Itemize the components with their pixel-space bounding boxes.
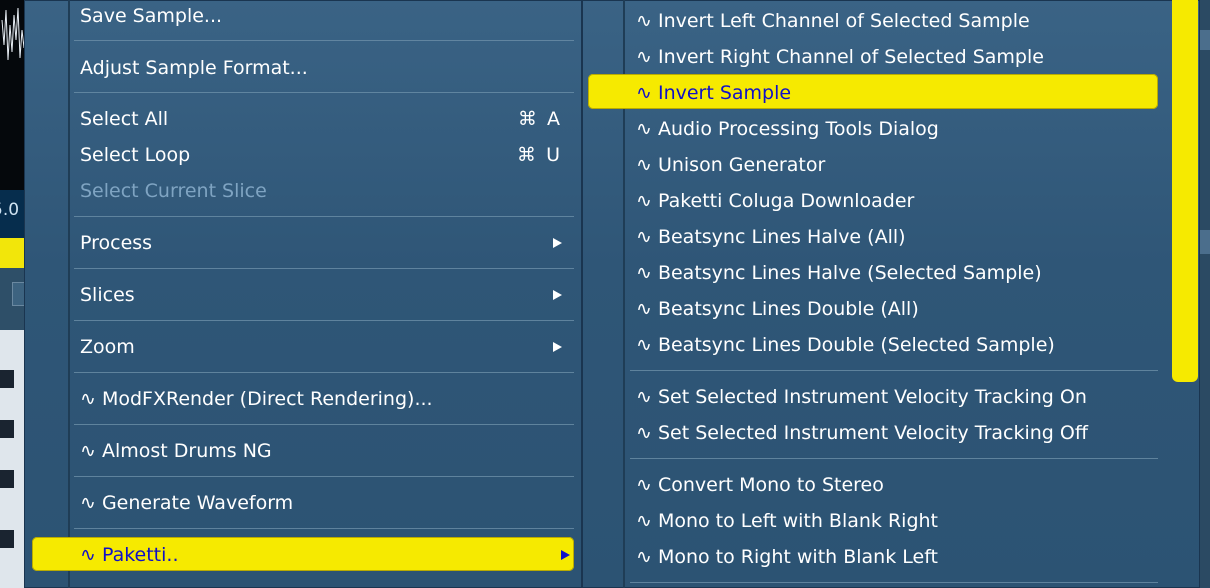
menu-item-almost-drums[interactable]: ∿ Almost Drums NG	[80, 437, 562, 465]
submenu-arrow-icon	[561, 550, 570, 560]
menu-separator	[74, 320, 574, 321]
menu-item-label: Process	[80, 232, 153, 254]
menu-item-label: ∿ Invert Left Channel of Selected Sample	[636, 10, 1030, 32]
menu-item-label: ∿ Mono to Right with Blank Left	[636, 546, 939, 568]
submenu-scrollbar[interactable]	[1172, 0, 1198, 382]
menu-item-paketti[interactable]: ∿ Paketti..	[80, 541, 570, 569]
paketti-submenu: ∿ Invert Left Channel of Selected Sample…	[582, 0, 1200, 588]
black-key[interactable]	[0, 530, 14, 548]
menu-separator	[74, 216, 574, 217]
menu-item-slices[interactable]: Slices	[80, 281, 562, 309]
submenu-item-audio-processing-tools[interactable]: ∿ Audio Processing Tools Dialog	[636, 115, 1156, 143]
submenu-arrow-icon	[553, 290, 562, 300]
menu-item-label: Slices	[80, 284, 135, 306]
menu-separator	[74, 476, 574, 477]
submenu-arrow-icon	[553, 238, 562, 248]
submenu-item-mono-to-left[interactable]: ∿ Mono to Left with Blank Right	[636, 507, 1156, 535]
menu-item-select-current-slice: Select Current Slice	[80, 177, 562, 205]
menu-separator	[74, 268, 574, 269]
menu-item-select-all[interactable]: Select All ⌘ A	[80, 105, 562, 133]
menu-item-label: ∿ Convert Mono to Stereo	[636, 474, 884, 496]
menu-item-modfxrender[interactable]: ∿ ModFXRender (Direct Rendering)...	[80, 385, 562, 413]
panel-segment	[1200, 30, 1210, 50]
menu-item-label: Zoom	[80, 336, 135, 358]
menu-separator	[74, 40, 574, 41]
submenu-item-beatsync-halve-all[interactable]: ∿ Beatsync Lines Halve (All)	[636, 223, 1156, 251]
sample-context-menu: Save Sample... Adjust Sample Format... S…	[24, 0, 582, 588]
menu-item-label: ∿ ModFXRender (Direct Rendering)...	[80, 388, 433, 410]
menu-item-label: ∿ Paketti..	[80, 544, 179, 566]
submenu-item-beatsync-double-all[interactable]: ∿ Beatsync Lines Double (All)	[636, 295, 1156, 323]
menu-item-label: ∿ Unison Generator	[636, 154, 826, 176]
menu-item-label: ∿ Invert Sample	[636, 82, 792, 104]
menu-item-label: Select All	[80, 108, 169, 130]
menu-item-label: ∿ Paketti Coluga Downloader	[636, 190, 915, 212]
menu-separator	[74, 92, 574, 93]
shortcut-label: ⌘ A	[517, 108, 562, 130]
menu-item-label: Select Current Slice	[80, 180, 267, 202]
menu-item-label: ∿ Beatsync Lines Double (Selected Sample…	[636, 334, 1055, 356]
submenu-item-invert-left[interactable]: ∿ Invert Left Channel of Selected Sample	[636, 7, 1156, 35]
menu-item-label: Adjust Sample Format...	[80, 57, 308, 79]
menu-separator	[74, 424, 574, 425]
menu-item-label: ∿ Mono to Left with Blank Right	[636, 510, 939, 532]
panel-segment	[1200, 230, 1210, 254]
menu-item-label: Save Sample...	[80, 5, 223, 27]
menu-item-process[interactable]: Process	[80, 229, 562, 257]
menu-item-label: ∿ Almost Drums NG	[80, 440, 272, 462]
menu-item-label: ∿ Set Selected Instrument Velocity Track…	[636, 386, 1087, 408]
menu-item-label: ∿ Beatsync Lines Halve (All)	[636, 226, 906, 248]
submenu-item-unison-generator[interactable]: ∿ Unison Generator	[636, 151, 1156, 179]
menu-item-label: ∿ Audio Processing Tools Dialog	[636, 118, 939, 140]
submenu-item-velocity-tracking-off[interactable]: ∿ Set Selected Instrument Velocity Track…	[636, 419, 1156, 447]
menu-separator	[74, 528, 574, 529]
sample-toolbar-strip	[0, 268, 28, 330]
menu-item-select-loop[interactable]: Select Loop ⌘ U	[80, 141, 562, 169]
black-key[interactable]	[0, 470, 14, 488]
menu-item-label: ∿ Invert Right Channel of Selected Sampl…	[636, 46, 1044, 68]
submenu-item-invert-sample[interactable]: ∿ Invert Sample	[636, 79, 1156, 107]
loop-range-bar[interactable]	[0, 238, 25, 268]
menu-item-label: Select Loop	[80, 144, 191, 166]
submenu-item-mono-to-stereo[interactable]: ∿ Convert Mono to Stereo	[636, 471, 1156, 499]
submenu-item-beatsync-halve-selected[interactable]: ∿ Beatsync Lines Halve (Selected Sample)	[636, 259, 1156, 287]
black-key[interactable]	[0, 370, 14, 388]
right-panel-edge	[1200, 0, 1210, 588]
submenu-item-mono-to-right[interactable]: ∿ Mono to Right with Blank Left	[636, 543, 1156, 571]
menu-item-label: ∿ Beatsync Lines Halve (Selected Sample)	[636, 262, 1042, 284]
menu-item-label: ∿ Beatsync Lines Double (All)	[636, 298, 919, 320]
submenu-item-velocity-tracking-on[interactable]: ∿ Set Selected Instrument Velocity Track…	[636, 383, 1156, 411]
menu-item-label: ∿ Set Selected Instrument Velocity Track…	[636, 422, 1088, 444]
menu-item-generate-waveform[interactable]: ∿ Generate Waveform	[80, 489, 562, 517]
menu-item-save-sample[interactable]: Save Sample...	[80, 2, 562, 30]
menu-item-label: ∿ Generate Waveform	[80, 492, 294, 514]
menu-separator	[630, 458, 1158, 459]
ruler-value: 5.0	[0, 200, 20, 220]
submenu-item-beatsync-double-selected[interactable]: ∿ Beatsync Lines Double (Selected Sample…	[636, 331, 1156, 359]
keyboard-view[interactable]	[0, 330, 25, 588]
submenu-item-coluga-downloader[interactable]: ∿ Paketti Coluga Downloader	[636, 187, 1156, 215]
menu-separator	[74, 372, 574, 373]
shortcut-label: ⌘ U	[517, 144, 562, 166]
menu-item-zoom[interactable]: Zoom	[80, 333, 562, 361]
menu-icon-rail	[68, 0, 70, 588]
menu-separator	[630, 370, 1158, 371]
black-key[interactable]	[0, 420, 14, 438]
menu-item-adjust-sample-format[interactable]: Adjust Sample Format...	[80, 54, 562, 82]
submenu-item-invert-right[interactable]: ∿ Invert Right Channel of Selected Sampl…	[636, 43, 1156, 71]
menu-separator	[630, 582, 1158, 583]
submenu-arrow-icon	[553, 342, 562, 352]
